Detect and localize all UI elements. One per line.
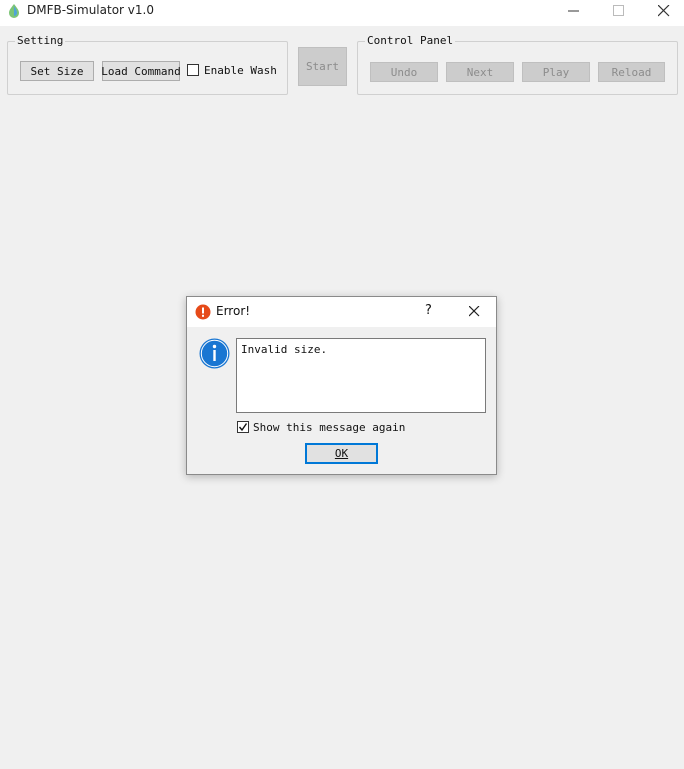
next-button[interactable]: Next (446, 62, 514, 82)
show-again-checkbox[interactable] (237, 421, 249, 433)
info-icon (199, 338, 230, 369)
reload-button[interactable]: Reload (598, 62, 665, 82)
play-button[interactable]: Play (522, 62, 590, 82)
help-button[interactable]: ? (425, 303, 432, 318)
set-size-button[interactable]: Set Size (20, 61, 94, 81)
enable-wash-checkbox[interactable] (187, 64, 199, 76)
error-icon (195, 304, 211, 320)
maximize-button[interactable] (596, 0, 642, 22)
window-title: DMFB-Simulator v1.0 (27, 3, 154, 17)
dialog-title: Error! (216, 304, 251, 318)
close-icon (658, 5, 670, 17)
enable-wash-label: Enable Wash (204, 64, 277, 77)
message-text: Invalid size. (236, 338, 486, 413)
check-icon (238, 423, 248, 432)
load-command-button[interactable]: Load Command (101, 61, 181, 81)
dialog-title-bar: Error! ? (187, 297, 496, 327)
control-panel-title: Control Panel (365, 34, 456, 47)
dialog-close-icon[interactable] (469, 306, 480, 317)
minimize-button[interactable] (551, 0, 597, 22)
minimize-icon (568, 10, 579, 12)
close-button[interactable] (641, 0, 684, 22)
app-icon (9, 4, 19, 18)
show-again-label: Show this message again (253, 421, 406, 434)
undo-button[interactable]: Undo (370, 62, 438, 82)
error-dialog: Error! ? Invalid size. Show this message… (186, 296, 497, 475)
ok-button[interactable]: OK (305, 443, 378, 464)
setting-group-title: Setting (15, 34, 66, 47)
title-bar: DMFB-Simulator v1.0 (0, 0, 684, 26)
maximize-icon (613, 5, 624, 16)
start-button[interactable]: Start (298, 47, 347, 86)
